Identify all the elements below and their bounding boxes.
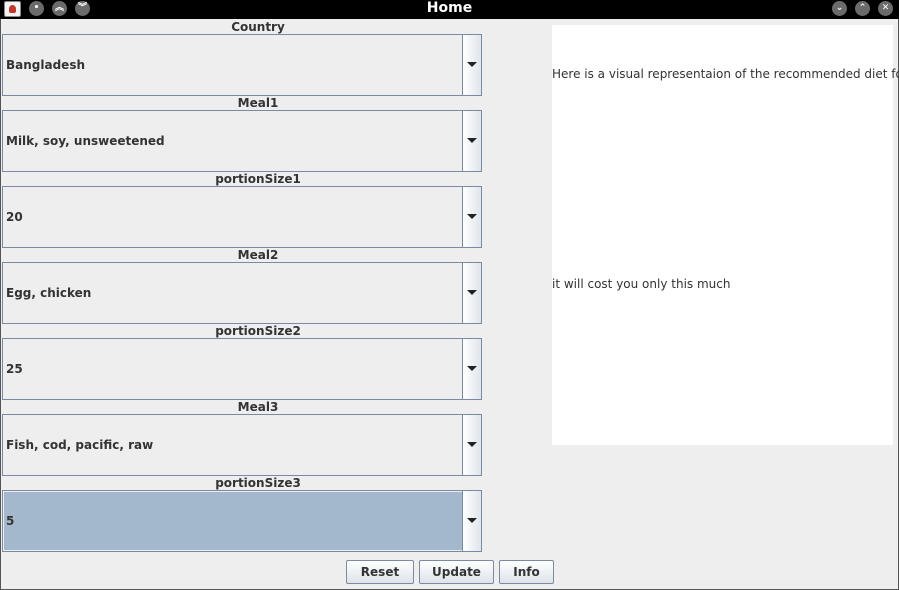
portion-size2-combobox[interactable]: 25 (2, 338, 482, 400)
title-bar: • ︽ ︾ Home ⌄ ⌃ ✕ (0, 0, 899, 19)
meal2-label: Meal2 (237, 248, 279, 262)
chevron-down-icon[interactable] (462, 111, 481, 171)
chevron-down-icon[interactable] (462, 187, 481, 247)
visual-representation-text: Here is a visual representaion of the re… (552, 67, 899, 81)
maximize-icon[interactable]: ⌃ (855, 1, 870, 16)
meal1-value: Milk, soy, unsweetened (6, 134, 165, 148)
meal3-combobox[interactable]: Fish, cod, pacific, raw (2, 414, 482, 476)
diet-visual-panel: Here is a visual representaion of the re… (552, 25, 899, 445)
cost-text: it will cost you only this much (552, 277, 731, 291)
portion-size1-combobox[interactable]: 20 (2, 186, 482, 248)
country-combobox[interactable]: Bangladesh (2, 34, 482, 96)
portion-size2-label: portionSize2 (215, 324, 301, 338)
chevron-down-icon[interactable] (462, 263, 481, 323)
info-button[interactable]: Info (499, 560, 554, 584)
chevron-down-icon[interactable] (462, 339, 481, 399)
country-value: Bangladesh (6, 58, 86, 72)
close-icon[interactable]: ✕ (878, 1, 893, 16)
portion-size2-value: 25 (6, 362, 23, 376)
portion-size3-combobox[interactable]: 5 (2, 490, 482, 552)
update-button[interactable]: Update (419, 560, 494, 584)
window-title: Home (426, 0, 473, 16)
meal1-label: Meal1 (237, 96, 279, 110)
meal2-value: Egg, chicken (6, 286, 92, 300)
chevron-down-icon[interactable] (462, 415, 481, 475)
meal3-label: Meal3 (237, 400, 279, 414)
meal1-combobox[interactable]: Milk, soy, unsweetened (2, 110, 482, 172)
portion-size3-label: portionSize3 (215, 476, 301, 490)
country-label: Country (231, 20, 285, 34)
portion-size1-value: 20 (6, 210, 23, 224)
reset-button[interactable]: Reset (346, 560, 414, 584)
meal3-value: Fish, cod, pacific, raw (6, 438, 154, 452)
portion-size3-value: 5 (4, 492, 462, 550)
portion-size1-label: portionSize1 (215, 172, 301, 186)
chevron-down-icon[interactable] (462, 35, 481, 95)
chevron-down-icon[interactable] (462, 491, 481, 551)
minimize-icon[interactable]: ⌄ (832, 1, 847, 16)
frame-border (0, 19, 1, 590)
meal2-combobox[interactable]: Egg, chicken (2, 262, 482, 324)
